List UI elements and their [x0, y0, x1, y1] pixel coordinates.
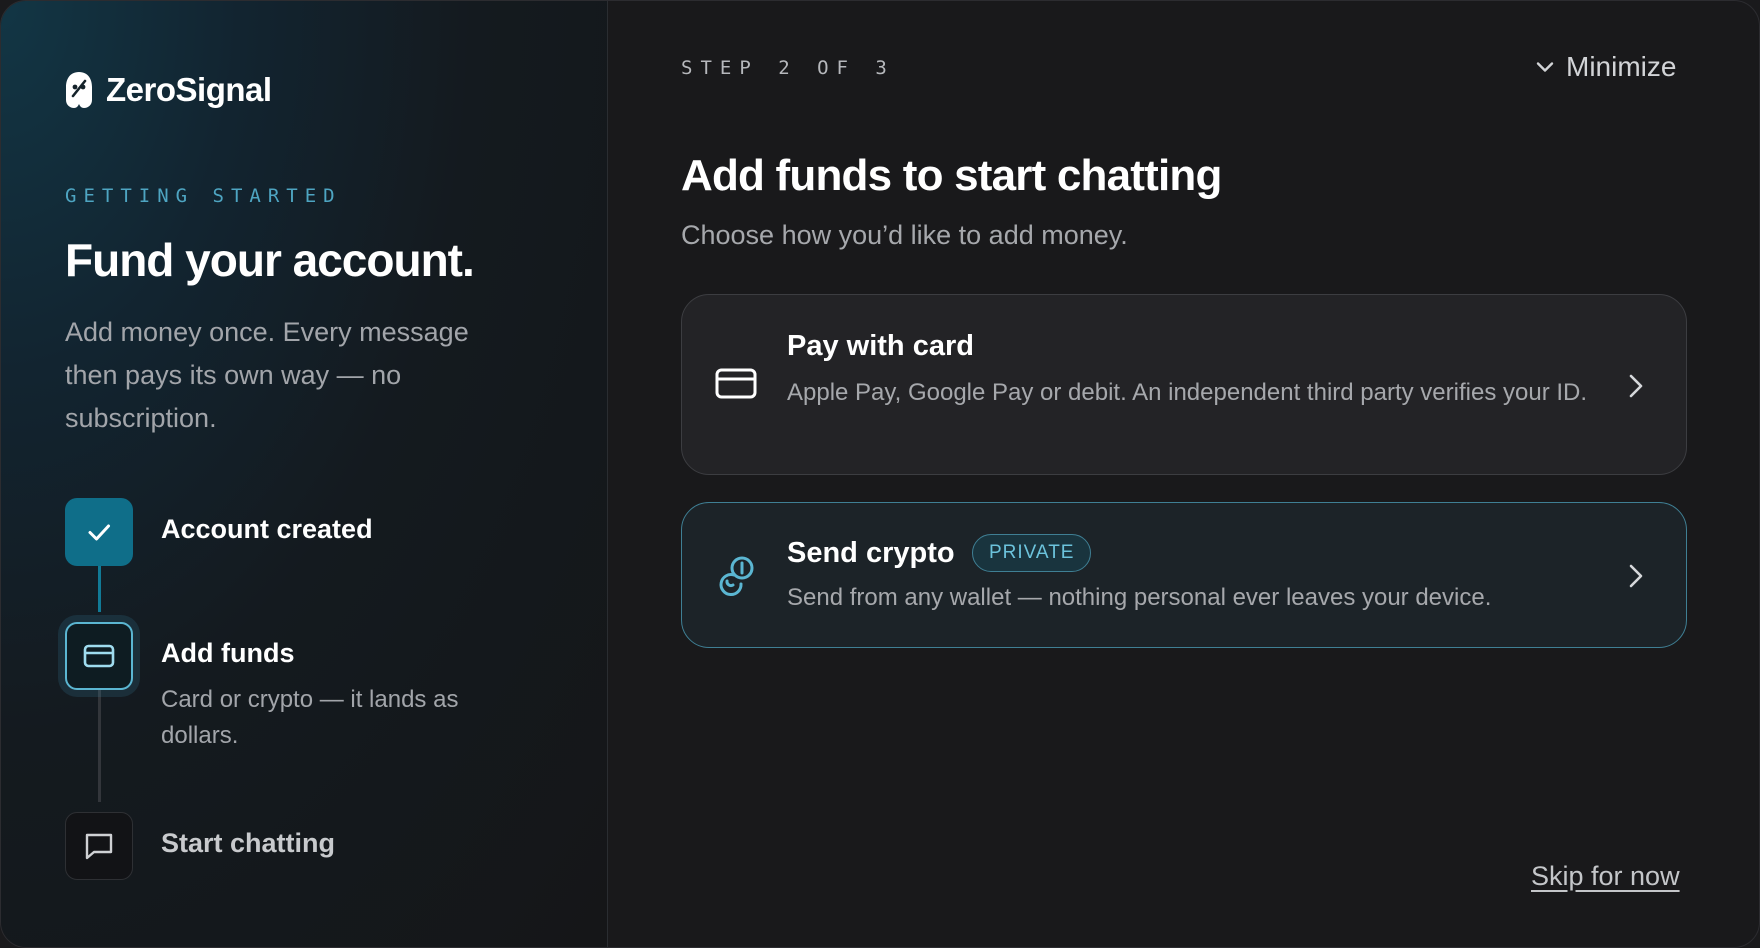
chevron-right-icon — [1629, 374, 1643, 398]
option-title: Pay with card — [787, 330, 974, 362]
step-2-title: Add funds — [161, 638, 295, 668]
option-title: Send crypto — [787, 537, 955, 569]
chevron-down-icon — [1536, 62, 1554, 72]
message-square-icon — [85, 833, 113, 860]
page-title: Add funds to start chatting — [681, 151, 1222, 200]
section-eyebrow: GETTING STARTED — [65, 185, 342, 207]
skip-for-now-link[interactable]: Skip for now — [1531, 861, 1680, 892]
credit-card-icon — [83, 644, 115, 668]
page-subtitle: Choose how you’d like to add money. — [681, 220, 1128, 250]
option-description: Apple Pay, Google Pay or debit. An indep… — [787, 379, 1588, 406]
step-1-title: Account created — [161, 514, 373, 544]
step-2-description: Card or crypto — it lands as dollars. — [161, 686, 459, 749]
progress-stepper: Account created Add funds Card or crypto… — [65, 498, 585, 898]
coins-icon — [719, 556, 754, 596]
brand-logo: ZeroSignal — [65, 70, 272, 110]
step-1-indicator — [65, 498, 133, 566]
zerosignal-logo-icon — [66, 72, 92, 108]
chevron-right-icon — [1629, 564, 1643, 588]
step-connector-complete — [98, 566, 101, 612]
option-description: Send from any wallet — nothing personal … — [787, 584, 1492, 611]
minimize-button[interactable]: Minimize — [1534, 51, 1676, 83]
step-counter: STEP 2 OF 3 — [681, 57, 895, 79]
step-2-indicator — [65, 622, 133, 690]
minimize-label: Minimize — [1566, 51, 1677, 82]
check-icon — [88, 524, 110, 541]
step-connector-pending — [98, 690, 101, 802]
panel-description: Add money once. Every message then pays … — [65, 317, 469, 433]
add-funds-panel: STEP 2 OF 3 Minimize Add funds to start … — [608, 1, 1759, 947]
brand-name: ZeroSignal — [106, 71, 272, 108]
private-badge: PRIVATE — [972, 534, 1092, 572]
onboarding-window: ZeroSignal GETTING STARTED Fund your acc… — [0, 0, 1760, 948]
getting-started-panel: ZeroSignal GETTING STARTED Fund your acc… — [1, 1, 608, 947]
panel-title: Fund your account. — [65, 234, 475, 286]
credit-card-icon — [715, 368, 757, 399]
pay-with-card-option[interactable]: Pay with card Apple Pay, Google Pay or d… — [681, 294, 1687, 475]
send-crypto-option[interactable]: Send crypto PRIVATE Send from any wallet… — [681, 502, 1687, 648]
step-3-title: Start chatting — [161, 828, 336, 858]
step-3-indicator — [65, 812, 133, 880]
